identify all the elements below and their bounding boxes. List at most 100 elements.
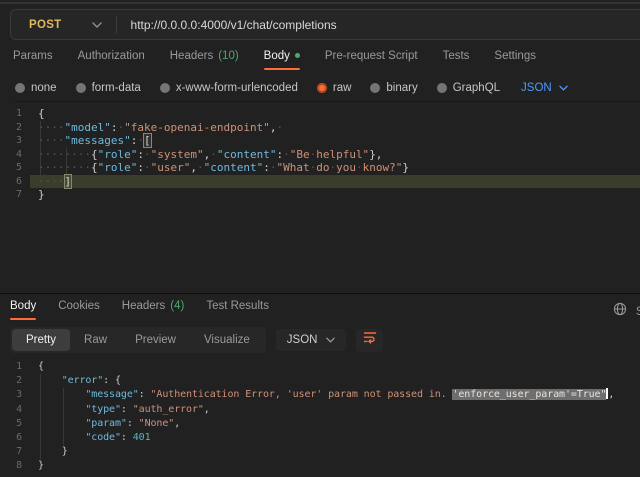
code-text: "error": {	[38, 374, 121, 388]
code-text: "code": 401	[38, 431, 151, 445]
url-input[interactable]: http://0.0.0.0:4000/v1/chat/completions	[131, 18, 337, 32]
response-header-right: S	[613, 302, 640, 321]
code-line[interactable]: 4········{"role":·"system",·"content":·"…	[0, 148, 640, 162]
code-token: :	[263, 161, 270, 174]
radio-x-www-form-urlencoded[interactable]: x-www-form-urlencoded	[160, 82, 298, 94]
response-panel: Body Cookies Headers(4) Test Results S P…	[0, 293, 640, 477]
wrap-text-button[interactable]	[356, 329, 383, 352]
code-line[interactable]: 7}	[0, 188, 640, 202]
code-token: ····	[38, 175, 65, 188]
code-token: "model"	[65, 121, 111, 134]
response-tab-cookies[interactable]: Cookies	[58, 300, 100, 320]
radio-icon	[76, 83, 86, 93]
code-line[interactable]: 8}	[0, 459, 640, 473]
headers-count-badge: (10)	[218, 50, 238, 62]
response-body-editor[interactable]: 1{2 "error": {3 "message": "Authenticati…	[0, 357, 640, 477]
code-text: ········{"role":·"user",·"content":·"Wha…	[38, 161, 409, 175]
code-line[interactable]: 6····]	[0, 175, 640, 189]
code-token: ·	[197, 161, 204, 174]
view-preview[interactable]: Preview	[121, 329, 190, 351]
code-token: ,	[190, 161, 197, 174]
code-token: "role"	[98, 161, 138, 174]
code-token	[38, 418, 85, 429]
line-number: 6	[0, 431, 30, 445]
code-line[interactable]: 3 "message": "Authentication Error, 'use…	[0, 388, 640, 402]
code-token: ····	[38, 134, 65, 147]
response-tab-body[interactable]: Body	[10, 300, 36, 320]
code-line[interactable]: 7 }	[0, 445, 640, 459]
code-token: ·	[283, 148, 290, 161]
line-number: 3	[0, 134, 30, 148]
body-language-dropdown[interactable]: JSON	[521, 82, 568, 94]
globe-icon[interactable]	[613, 302, 627, 321]
line-number: 3	[0, 388, 30, 402]
code-token: ,	[204, 404, 210, 415]
code-token: }	[62, 446, 68, 457]
line-number: 1	[0, 360, 30, 374]
tab-headers[interactable]: Headers(10)	[170, 49, 239, 70]
request-tabs: Params Authorization Headers(10) Body Pr…	[13, 49, 536, 70]
code-token	[38, 389, 85, 400]
tab-tests[interactable]: Tests	[443, 49, 470, 70]
request-body-editor[interactable]: 1{2····"model":·"fake-openai-endpoint",·…	[0, 104, 640, 292]
tab-authorization[interactable]: Authorization	[78, 49, 145, 70]
view-visualize[interactable]: Visualize	[190, 329, 264, 351]
method-selector[interactable]: POST	[11, 19, 62, 31]
radio-graphql[interactable]: GraphQL	[437, 82, 500, 94]
code-token: helpful"	[316, 148, 369, 161]
text-wrap-icon	[363, 331, 377, 349]
code-token: :	[121, 432, 133, 443]
divider	[116, 16, 117, 33]
code-token: ·	[210, 148, 217, 161]
code-line[interactable]: 2····"model":·"fake-openai-endpoint",·	[0, 121, 640, 135]
code-token: ]	[65, 175, 72, 188]
code-text: ········{"role":·"system",·"content":·"B…	[38, 148, 382, 162]
code-token: do	[316, 161, 329, 174]
code-line[interactable]: 1{	[0, 107, 640, 121]
radio-form-data[interactable]: form-data	[76, 82, 141, 94]
code-line[interactable]: 5········{"role":·"user",·"content":·"Wh…	[0, 161, 640, 175]
code-token: }	[38, 460, 44, 471]
code-line[interactable]: 2 "error": {	[0, 374, 640, 388]
line-number: 4	[0, 148, 30, 162]
code-token: : {	[103, 375, 121, 386]
code-token: ········	[38, 148, 91, 161]
code-line[interactable]: 4 "type": "auth_error",	[0, 403, 640, 417]
code-text: ····"model":·"fake-openai-endpoint",·	[38, 121, 283, 135]
tab-body[interactable]: Body	[264, 49, 300, 70]
code-token: "What	[276, 161, 309, 174]
tab-settings[interactable]: Settings	[494, 49, 536, 70]
code-text: "type": "auth_error",	[38, 403, 210, 417]
code-token: "param"	[85, 418, 126, 429]
code-text: {	[38, 360, 44, 374]
code-token	[38, 404, 85, 415]
code-token: "role"	[98, 148, 138, 161]
code-token	[38, 446, 62, 457]
code-line[interactable]: 1{	[0, 360, 640, 374]
code-text: "param": "None",	[38, 417, 180, 431]
code-token: "content"	[204, 161, 264, 174]
view-raw[interactable]: Raw	[70, 329, 121, 351]
tab-pre-request-script[interactable]: Pre-request Script	[325, 49, 418, 70]
code-line[interactable]: 3····"messages":·[	[0, 134, 640, 148]
line-number: 1	[0, 107, 30, 121]
body-modified-dot	[295, 53, 300, 58]
response-language-dropdown[interactable]: JSON	[276, 329, 347, 351]
code-token: "fake-openai-endpoint"	[124, 121, 270, 134]
chevron-down-icon[interactable]	[92, 22, 102, 28]
code-token: ,	[174, 418, 180, 429]
radio-binary[interactable]: binary	[370, 82, 417, 94]
code-token: :	[137, 161, 144, 174]
selected-text: 'enforce_user_param'=True"	[452, 389, 606, 400]
code-line[interactable]: 6 "code": 401	[0, 431, 640, 445]
code-line[interactable]: 5 "param": "None",	[0, 417, 640, 431]
response-tab-headers[interactable]: Headers(4)	[122, 300, 185, 320]
view-pretty[interactable]: Pretty	[12, 329, 70, 351]
response-tab-test-results[interactable]: Test Results	[206, 300, 269, 320]
active-line-highlight	[30, 175, 640, 189]
radio-raw[interactable]: raw	[317, 82, 352, 94]
code-token: :	[127, 418, 139, 429]
tab-params[interactable]: Params	[13, 49, 53, 70]
radio-none[interactable]: none	[15, 82, 57, 94]
code-token: "messages"	[65, 134, 131, 147]
